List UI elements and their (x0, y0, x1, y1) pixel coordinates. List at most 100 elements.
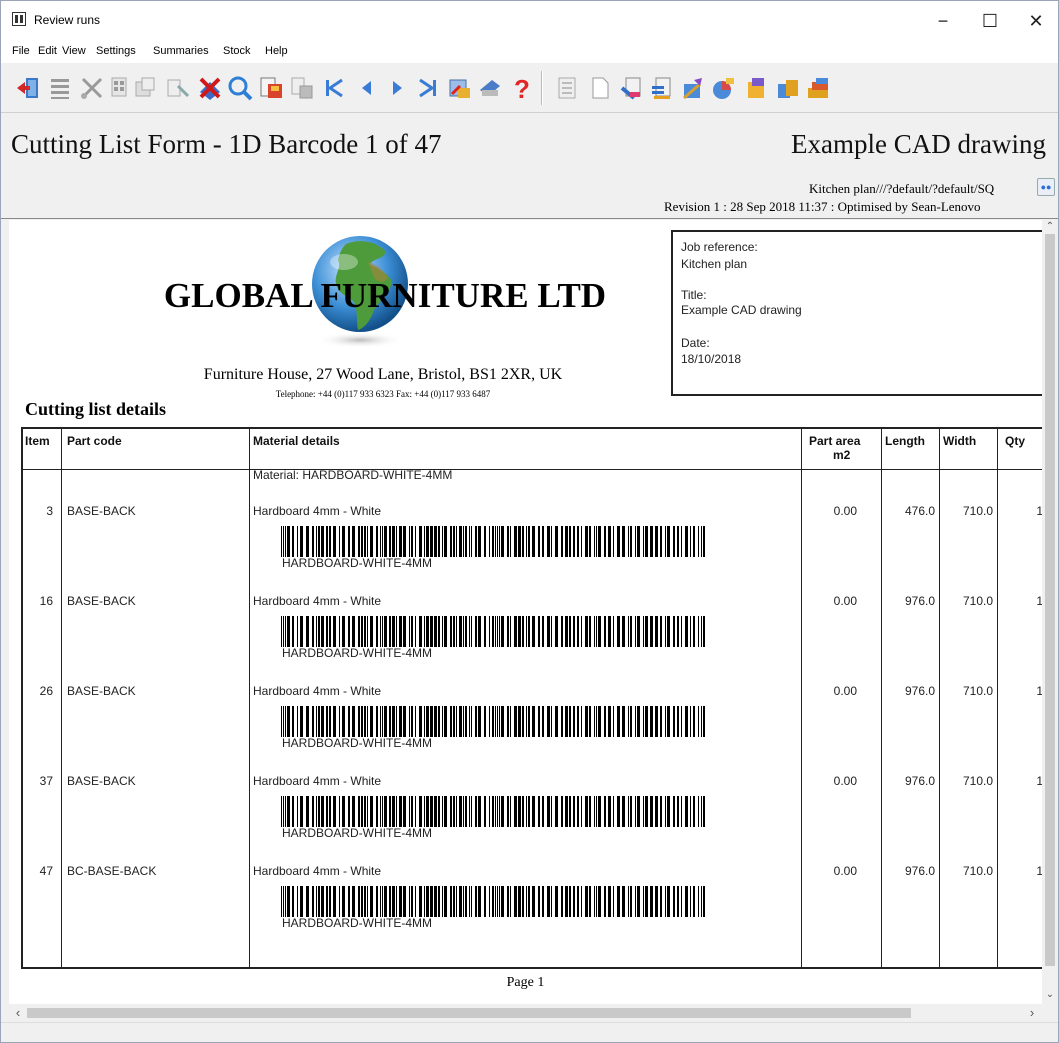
close-button[interactable]: ✕ (1013, 1, 1059, 41)
barcode-bar (484, 706, 486, 737)
tools-icon[interactable] (163, 73, 193, 103)
barcode-bar (608, 616, 611, 647)
barcode-label: HARDBOARD-WHITE-4MM (282, 916, 432, 930)
barcode-bar (495, 796, 496, 827)
stack-icon[interactable] (803, 73, 833, 103)
barcode-bar (475, 526, 477, 557)
barcode-bar (703, 616, 705, 647)
previous-page-icon[interactable] (351, 73, 381, 103)
scroll-down-arrow[interactable]: ⌄ (1042, 988, 1058, 1002)
print-preview-icon[interactable] (287, 73, 317, 103)
barcode-bar (361, 616, 363, 647)
menu-settings[interactable]: Settings (96, 45, 136, 57)
barcode-bar (361, 526, 363, 557)
barcode-bar (565, 526, 568, 557)
barcode-bar (326, 616, 328, 647)
page-number: Page 1 (506, 975, 545, 990)
barcode-bar (329, 706, 331, 737)
barcode-bar (573, 886, 575, 917)
barcode-bar (526, 526, 527, 557)
row-part-code: BASE-BACK (67, 684, 136, 698)
title-bar[interactable]: Review runs − ☐ ✕ (1, 1, 1058, 41)
barcode-bar (547, 526, 550, 557)
document-icon[interactable] (553, 73, 583, 103)
scroll-right-arrow[interactable]: › (1025, 1006, 1039, 1020)
paint-icon[interactable] (677, 73, 707, 103)
next-page-icon[interactable] (383, 73, 413, 103)
scissors-icon[interactable] (77, 73, 107, 103)
barcode-bar (434, 796, 437, 827)
barcode-bar (318, 886, 320, 917)
vertical-scrollbar[interactable]: ⌃ ⌄ (1042, 220, 1058, 1004)
barcode-bar (389, 886, 391, 917)
barcode-bar (655, 886, 658, 917)
barcode-bar (547, 706, 550, 737)
row-material: Hardboard 4mm - White (253, 864, 382, 878)
barcode-bar (306, 526, 309, 557)
list-icon[interactable] (45, 73, 75, 103)
menu-summaries[interactable]: Summaries (153, 45, 209, 57)
report-icon[interactable] (647, 73, 677, 103)
horizontal-scrollbar[interactable]: ‹ › (9, 1004, 1042, 1022)
menu-view[interactable]: View (62, 45, 86, 57)
column-divider (881, 429, 882, 969)
barcode-bar (411, 796, 413, 827)
barcode-bar (569, 796, 571, 827)
barcode-bar (645, 526, 648, 557)
barcode-bar (339, 886, 340, 917)
maximize-button[interactable]: ☐ (967, 1, 1013, 41)
barcode-bar (613, 886, 614, 917)
horizontal-scroll-thumb[interactable] (27, 1008, 911, 1018)
barcode-bar (630, 526, 632, 557)
save-icon[interactable] (257, 73, 287, 103)
barcode-bar (392, 886, 395, 917)
browse-icon[interactable]: ●● (1037, 178, 1055, 196)
barcode-bar (434, 886, 437, 917)
export-icon[interactable] (445, 73, 475, 103)
grid-tool-icon[interactable] (131, 73, 161, 103)
labels-icon[interactable] (617, 73, 647, 103)
menu-edit[interactable]: Edit (38, 45, 57, 57)
barcode-bar (645, 706, 648, 737)
barcode-bar (411, 886, 413, 917)
blank-page-icon[interactable] (585, 73, 615, 103)
search-icon[interactable] (225, 73, 255, 103)
barcode-bar (424, 886, 425, 917)
vertical-scroll-thumb[interactable] (1045, 234, 1055, 966)
menu-file[interactable]: File (12, 45, 30, 57)
barcode-bar (594, 706, 595, 737)
barcode-bar (469, 526, 470, 557)
barcode-bar (492, 886, 494, 917)
chart-icon[interactable] (709, 73, 739, 103)
delete-icon[interactable] (195, 73, 225, 103)
barcode-bar (415, 706, 416, 737)
barcode-bar (596, 616, 597, 647)
barcode-bar (442, 616, 443, 647)
minimize-button[interactable]: − (920, 1, 966, 41)
barcode-bar (424, 796, 425, 827)
barcode-bar (645, 616, 648, 647)
print-icon[interactable] (475, 73, 505, 103)
barcode-bar (613, 616, 614, 647)
help-icon[interactable]: ? (507, 73, 537, 103)
report-page[interactable]: GLOBAL FURNITURE LTD Furniture House, 27… (9, 220, 1042, 1004)
scroll-left-arrow[interactable]: ‹ (11, 1006, 25, 1020)
last-page-icon[interactable] (413, 73, 443, 103)
exit-icon[interactable] (13, 73, 43, 103)
scroll-up-arrow[interactable]: ⌃ (1042, 220, 1058, 234)
sheets-icon[interactable] (773, 73, 803, 103)
barcode-bar (528, 886, 530, 917)
barcode-bar (333, 796, 336, 827)
first-page-icon[interactable] (319, 73, 349, 103)
menu-help[interactable]: Help (265, 45, 288, 57)
barcode-bar (598, 886, 601, 917)
job-date-label: Date: (681, 336, 710, 350)
barcode-bar (444, 706, 447, 737)
clip-icon[interactable] (741, 73, 771, 103)
barcode-bar (415, 886, 416, 917)
barcode-bar (318, 796, 320, 827)
barcode-bar (312, 526, 314, 557)
menu-stock[interactable]: Stock (223, 45, 251, 57)
barcode-bar (283, 706, 284, 737)
barcode-bar (475, 706, 477, 737)
